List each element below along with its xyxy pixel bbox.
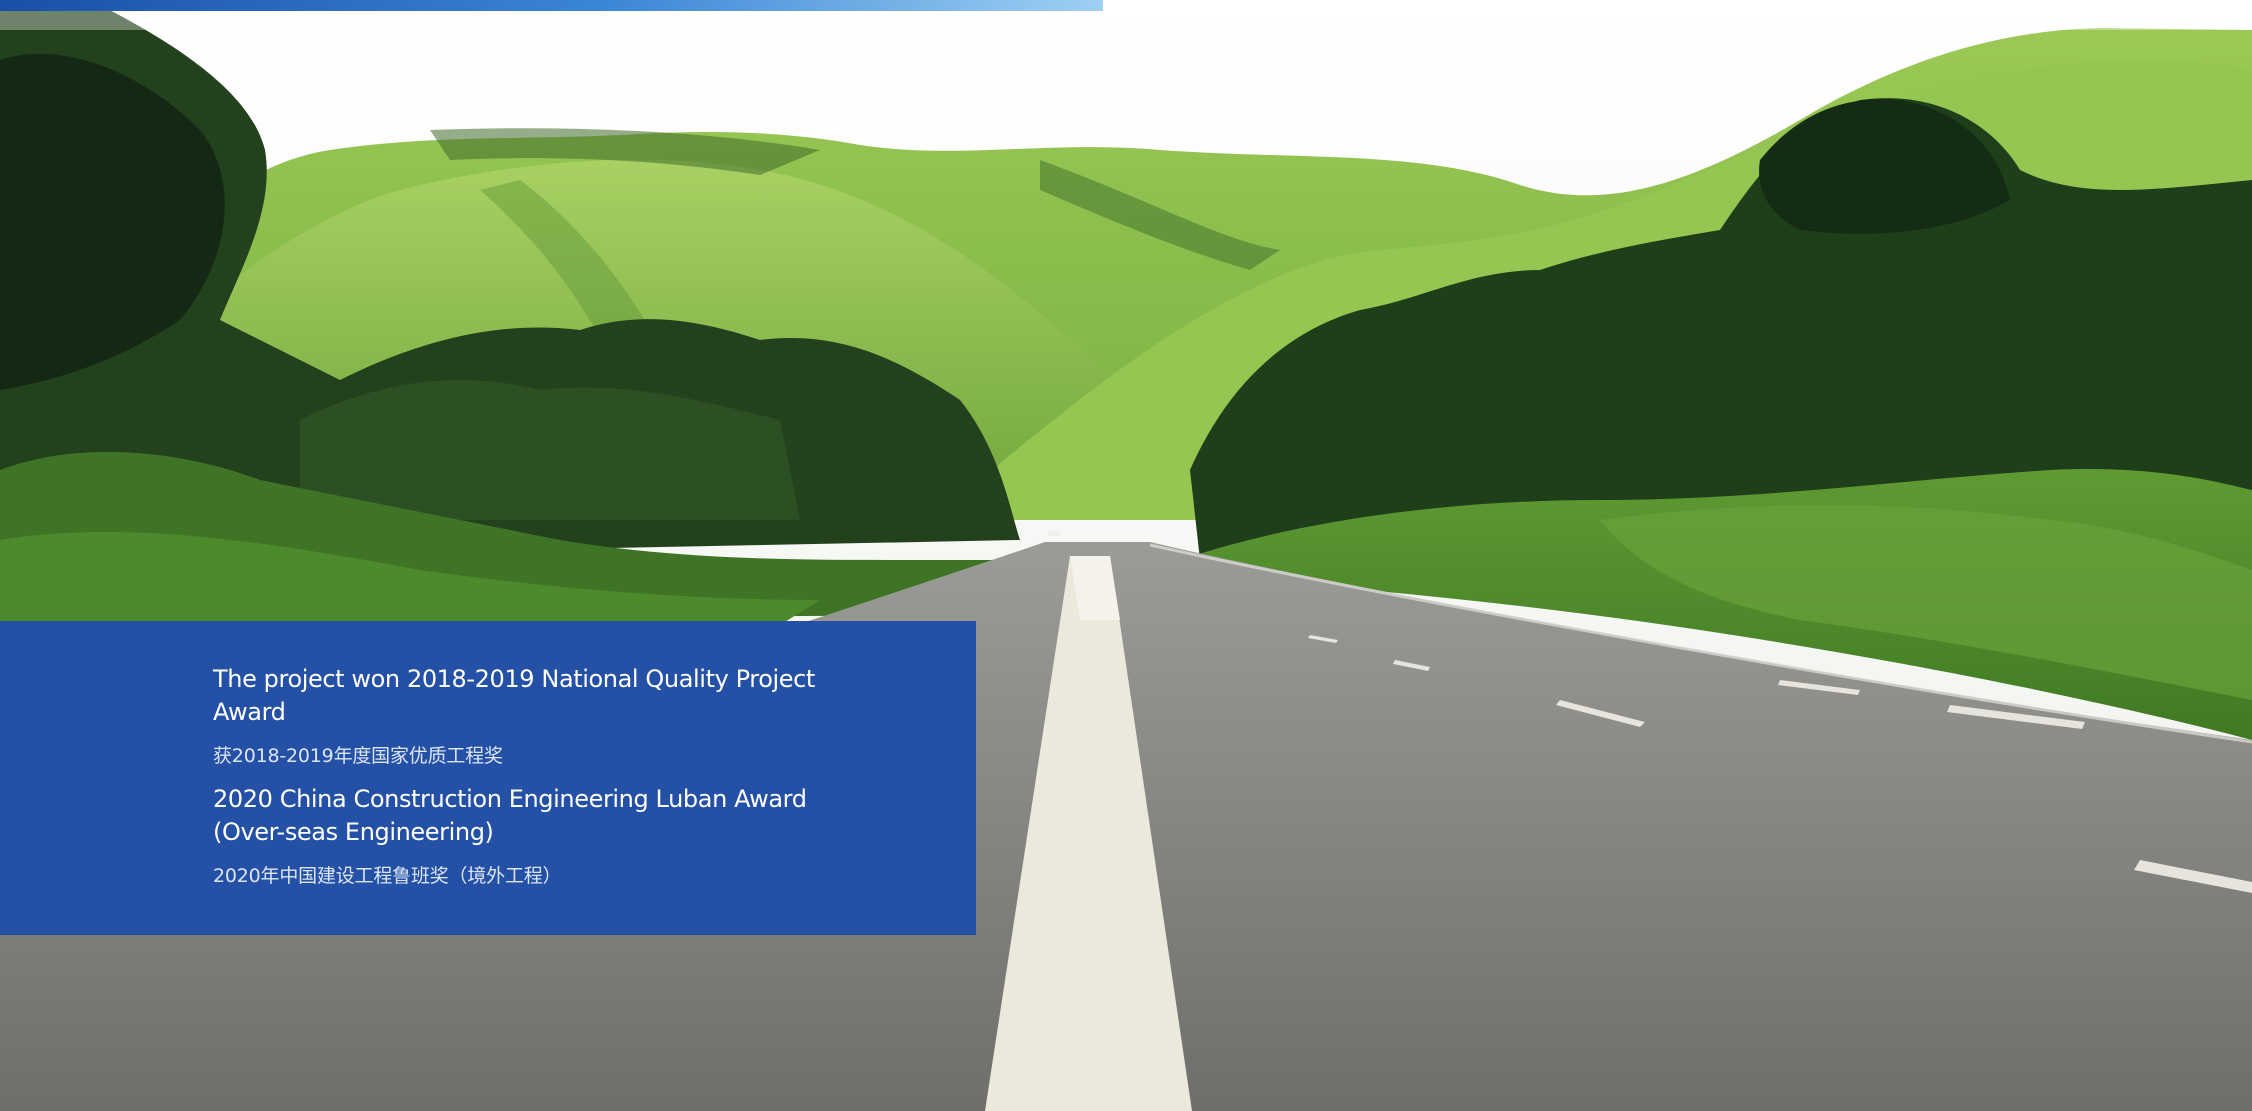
award-subtitle: 2020年中国建设工程鲁班奖（境外工程）: [213, 865, 562, 887]
award-title: 2020 China Construction Engineering Luba…: [213, 785, 807, 846]
progress-bar: [0, 0, 1104, 11]
award-item: 2020 China Construction Engineering Luba…: [213, 783, 853, 889]
award-subtitle: 获2018-2019年度国家优质工程奖: [213, 745, 503, 767]
award-title: The project won 2018-2019 National Quali…: [213, 665, 815, 726]
progress-track: [0, 0, 1108, 11]
background-landscape-photo: [0, 0, 2252, 1111]
award-item: The project won 2018-2019 National Quali…: [213, 663, 853, 769]
